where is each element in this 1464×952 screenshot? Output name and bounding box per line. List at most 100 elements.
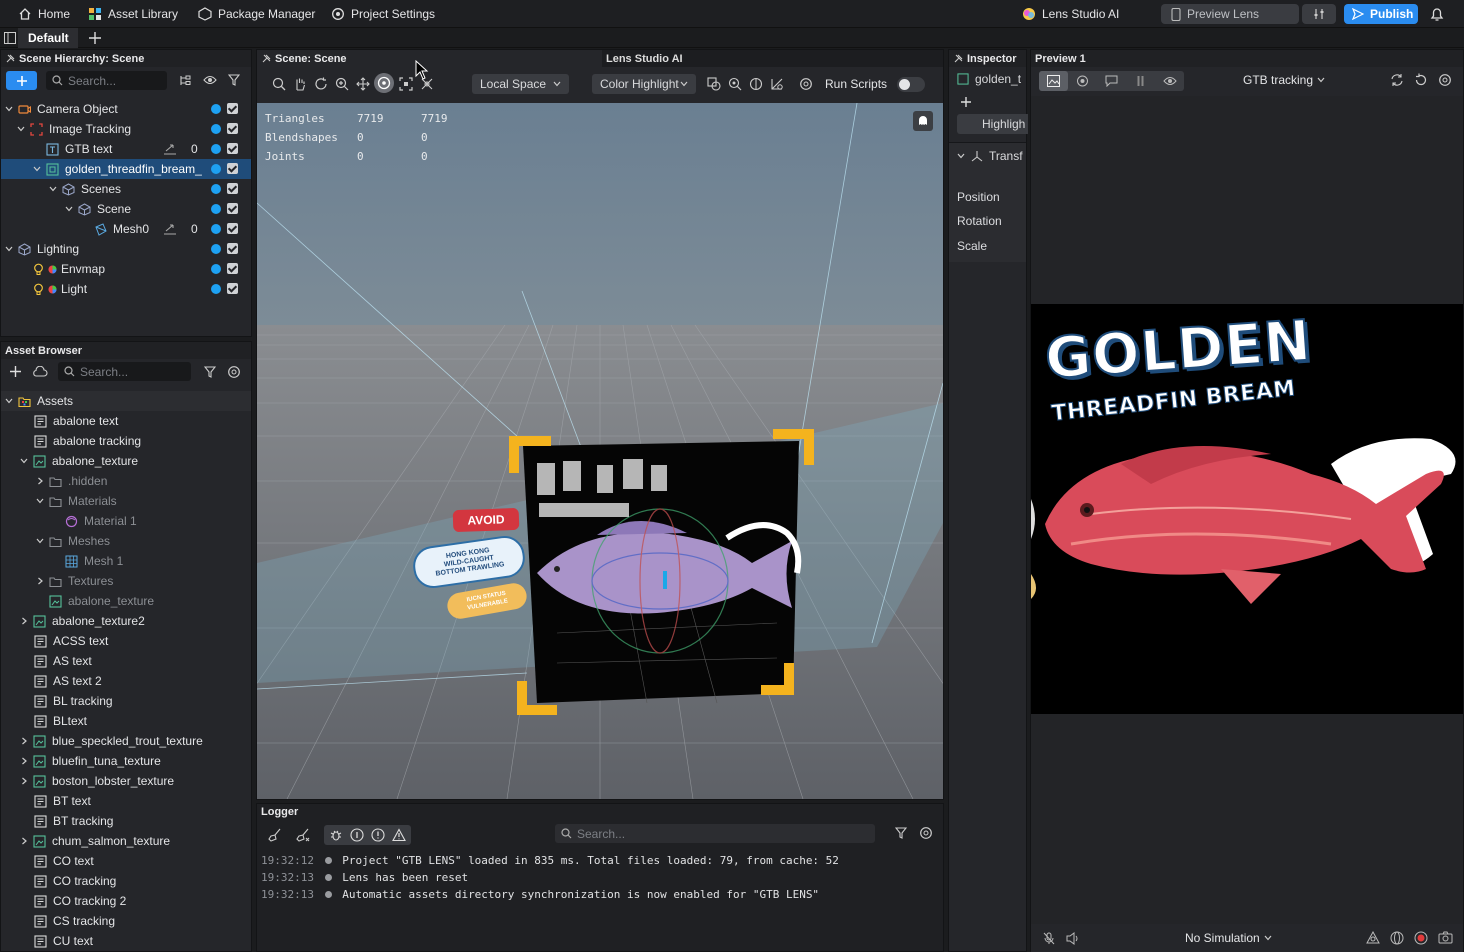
chevron-down-icon[interactable] — [19, 456, 29, 466]
add-object-button[interactable] — [6, 71, 37, 90]
hierarchy-row-camera[interactable]: Camera Object — [1, 99, 251, 119]
device-settings-button[interactable] — [1302, 4, 1336, 24]
eye-icon[interactable] — [203, 74, 217, 86]
hand-pan-icon[interactable] — [293, 77, 307, 91]
asset-row[interactable]: CO tracking 2 — [1, 891, 251, 911]
preview-lens-button[interactable]: Preview Lens — [1161, 4, 1299, 24]
tab-default[interactable]: Default — [18, 28, 78, 48]
lens-studio-ai-tab[interactable]: Lens Studio AI — [602, 50, 943, 67]
broom-icon[interactable] — [268, 828, 282, 842]
preview-mode-image[interactable] — [1039, 71, 1068, 91]
run-scripts-toggle[interactable] — [897, 77, 925, 92]
asset-root-row[interactable]: Assets — [1, 391, 251, 411]
sync-icon[interactable] — [1390, 73, 1404, 87]
mic-off-icon[interactable] — [1043, 932, 1055, 945]
filter-icon[interactable] — [895, 827, 907, 839]
project-settings-button[interactable]: Project Settings — [331, 6, 435, 22]
info-icon[interactable] — [350, 828, 364, 842]
home-button[interactable]: Home — [18, 6, 70, 22]
chevron-right-icon[interactable] — [19, 776, 29, 786]
asset-row[interactable]: .hidden — [1, 471, 251, 491]
grid-settings-icon[interactable] — [770, 77, 784, 91]
error-icon[interactable] — [371, 828, 385, 842]
asset-row[interactable]: Meshes — [1, 531, 251, 551]
asset-row[interactable]: CO text — [1, 851, 251, 871]
pause-icon[interactable] — [1134, 75, 1147, 87]
hierarchy-row-golden-threadfin[interactable]: golden_threadfin_bream_ — [1, 159, 251, 179]
gear-icon[interactable] — [799, 77, 813, 91]
enabled-checkbox[interactable] — [227, 263, 238, 274]
camera-view-icon[interactable] — [728, 77, 742, 91]
asset-row[interactable]: Materials — [1, 491, 251, 511]
speaker-icon[interactable] — [1066, 932, 1080, 945]
chevron-down-icon[interactable] — [4, 396, 14, 406]
asset-row[interactable]: abalone_texture2 — [1, 611, 251, 631]
enabled-checkbox[interactable] — [227, 223, 238, 234]
asset-row[interactable]: Textures — [1, 571, 251, 591]
enabled-checkbox[interactable] — [227, 203, 238, 214]
simulation-dropdown[interactable]: No Simulation — [1185, 931, 1272, 945]
hierarchy-row-image-tracking[interactable]: Image Tracking — [1, 119, 251, 139]
visibility-dot[interactable] — [211, 124, 221, 134]
space-dropdown[interactable]: Local Space — [472, 74, 569, 94]
asset-row[interactable]: boston_lobster_texture — [1, 771, 251, 791]
asset-row[interactable]: abalone tracking — [1, 431, 251, 451]
visibility-dot[interactable] — [211, 244, 221, 254]
record-icon[interactable] — [1414, 931, 1428, 945]
move-tool-icon[interactable] — [356, 77, 370, 91]
front-camera-icon[interactable] — [1076, 75, 1089, 87]
tracking-dropdown[interactable]: GTB tracking — [1243, 73, 1325, 87]
visibility-dot[interactable] — [211, 224, 221, 234]
publish-button[interactable]: Publish — [1344, 4, 1418, 24]
rotate-tool-icon[interactable] — [314, 77, 328, 91]
chevron-right-icon[interactable] — [19, 756, 29, 766]
asset-row[interactable]: Material 1 — [1, 511, 251, 531]
gizmo-icon[interactable] — [749, 77, 763, 91]
chevron-down-icon[interactable] — [4, 104, 14, 114]
hierarchy-sort-icon[interactable] — [179, 74, 192, 87]
asset-row[interactable]: CO tracking — [1, 871, 251, 891]
eye-icon[interactable] — [1163, 75, 1177, 87]
hierarchy-row-envmap[interactable]: Envmap — [1, 259, 251, 279]
physics-icon[interactable] — [707, 77, 721, 91]
bug-icon[interactable] — [329, 828, 343, 842]
asset-row[interactable]: Mesh 1 — [1, 551, 251, 571]
inspector-object-name[interactable]: golden_t — [957, 72, 1021, 86]
visibility-dot[interactable] — [211, 264, 221, 274]
gear-icon[interactable] — [919, 826, 933, 840]
chevron-down-icon[interactable] — [35, 536, 45, 546]
scene-viewport[interactable]: Triangles 7719 7719 Blendshapes 0 0 Joints 0 0… — [257, 103, 943, 799]
globe-icon[interactable] — [1390, 931, 1404, 945]
chevron-down-icon[interactable] — [4, 244, 14, 254]
asset-row[interactable]: chum_salmon_texture — [1, 831, 251, 851]
asset-row[interactable]: ACSS text — [1, 631, 251, 651]
asset-row[interactable]: BT tracking — [1, 811, 251, 831]
hierarchy-row-gtb-text[interactable]: GTB text 0 — [1, 139, 251, 159]
visibility-dot[interactable] — [211, 164, 221, 174]
asset-row[interactable]: abalone_texture — [1, 451, 251, 471]
filter-icon[interactable] — [204, 366, 216, 378]
add-asset-icon[interactable] — [9, 365, 22, 378]
asset-row[interactable]: blue_speckled_trout_texture — [1, 731, 251, 751]
screenshot-icon[interactable] — [1438, 931, 1453, 944]
zoom-tool-icon[interactable] — [335, 77, 349, 91]
gear-icon[interactable] — [227, 365, 241, 379]
enabled-checkbox[interactable] — [227, 283, 238, 294]
chevron-right-icon[interactable] — [19, 736, 29, 746]
hierarchy-row-mesh0[interactable]: Mesh0 0 — [1, 219, 251, 239]
asset-row[interactable]: abalone_texture — [1, 591, 251, 611]
clear-log-icon[interactable] — [296, 828, 310, 842]
add-component-icon[interactable] — [960, 96, 972, 108]
transform-header[interactable]: Transf — [957, 149, 1023, 163]
lens-studio-ai-button[interactable]: Lens Studio AI — [1022, 6, 1119, 22]
asset-row[interactable]: BL tracking — [1, 691, 251, 711]
hierarchy-row-lighting[interactable]: Lighting — [1, 239, 251, 259]
hierarchy-row-scenes[interactable]: Scenes — [1, 179, 251, 199]
visibility-dot[interactable] — [211, 104, 221, 114]
asset-row[interactable]: BT text — [1, 791, 251, 811]
visibility-dot[interactable] — [211, 184, 221, 194]
layout-icon[interactable] — [4, 32, 16, 44]
asset-row[interactable]: AS text — [1, 651, 251, 671]
asset-search-input[interactable]: Search... — [58, 362, 191, 381]
enabled-checkbox[interactable] — [227, 243, 238, 254]
